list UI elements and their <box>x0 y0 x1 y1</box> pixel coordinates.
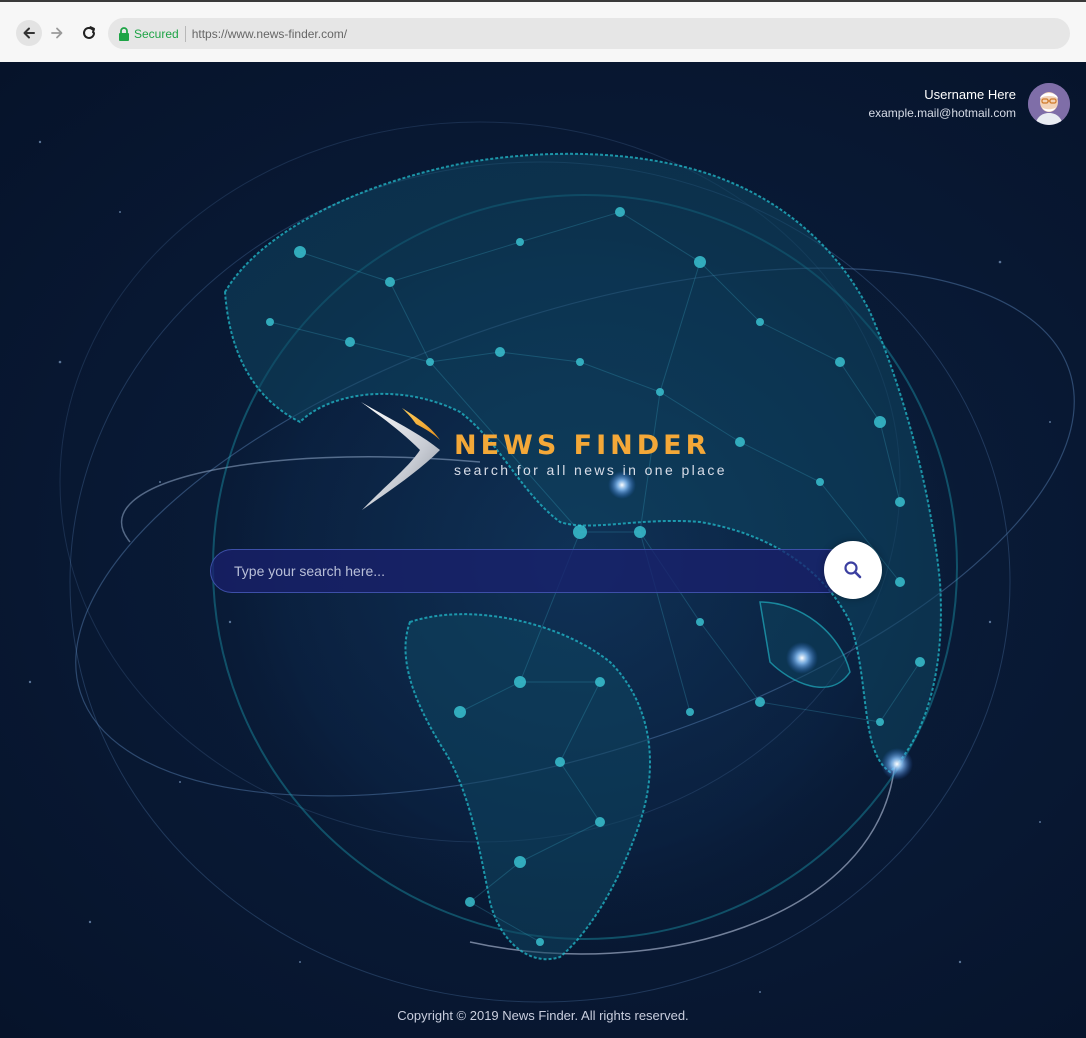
user-email: example.mail@hotmail.com <box>868 106 1016 120</box>
search-input[interactable] <box>210 549 850 593</box>
forward-button[interactable] <box>44 20 70 46</box>
brand-tagline: search for all news in one place <box>454 462 727 478</box>
search-button[interactable] <box>824 541 882 599</box>
user-info: Username Here example.mail@hotmail.com <box>868 86 1016 122</box>
lock-icon <box>119 26 129 41</box>
search-bar <box>210 541 882 599</box>
arrow-left-icon <box>23 27 35 39</box>
avatar-icon <box>1028 83 1070 125</box>
browser-toolbar: Secured https://www.news-finder.com/ <box>0 0 1086 62</box>
user-name[interactable]: Username Here <box>868 86 1016 104</box>
footer-copyright: Copyright © 2019 News Finder. All rights… <box>397 1008 689 1023</box>
page-body: Username Here example.mail@hotmail.com N… <box>0 62 1086 1038</box>
back-button[interactable] <box>16 20 42 46</box>
chevron-logo-icon <box>361 402 440 510</box>
search-icon <box>844 561 862 579</box>
url-text[interactable]: https://www.news-finder.com/ <box>192 27 347 41</box>
user-avatar[interactable] <box>1028 83 1070 125</box>
brand-logo: NEWS FINDER search for all news in one p… <box>358 400 758 520</box>
arrow-right-icon <box>51 27 63 39</box>
secure-indicator: Secured <box>134 25 186 42</box>
brand-title: NEWS FINDER <box>454 430 711 461</box>
address-bar[interactable]: Secured https://www.news-finder.com/ <box>108 18 1070 49</box>
reload-button[interactable] <box>76 20 102 46</box>
reload-icon <box>83 26 95 39</box>
